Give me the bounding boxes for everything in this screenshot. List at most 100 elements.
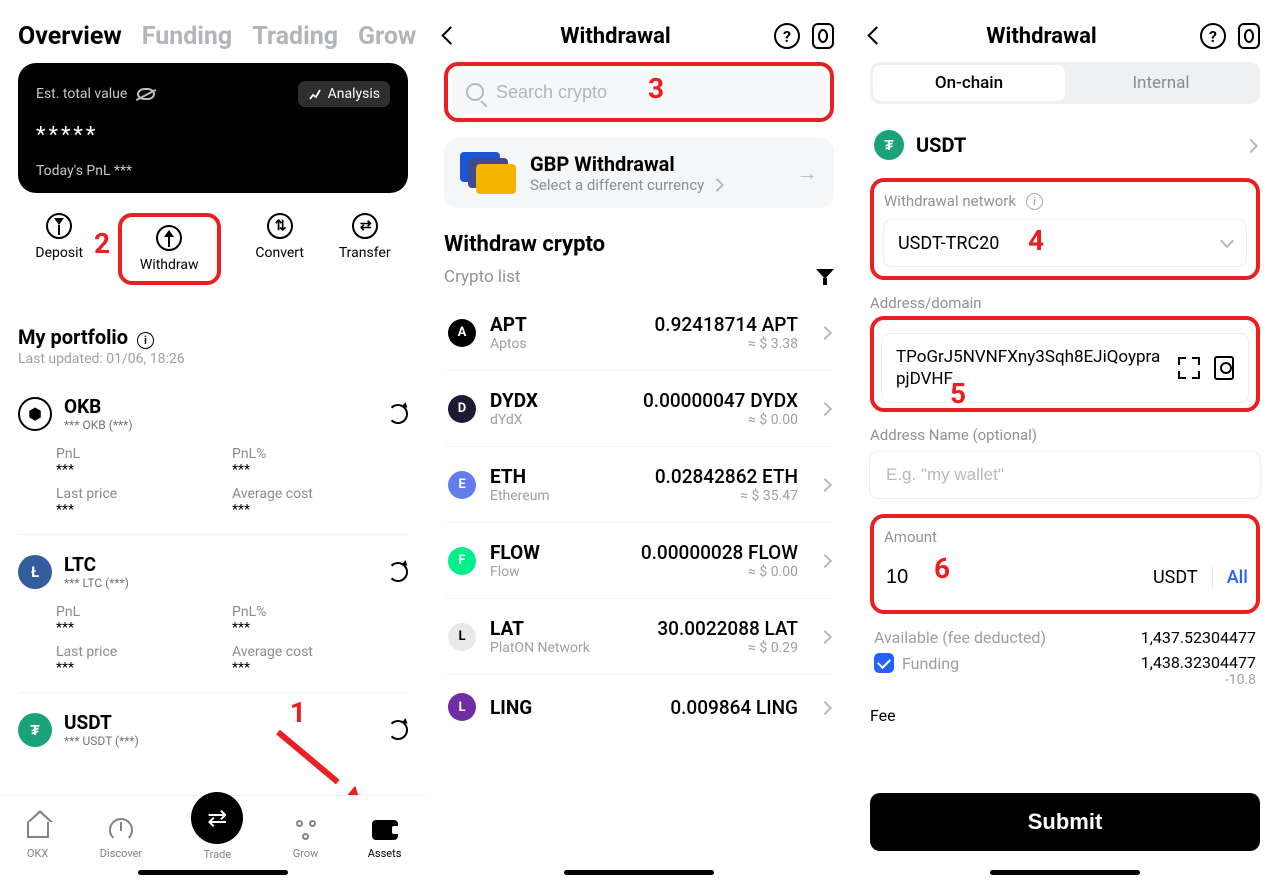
address-name-label: Address Name (optional) xyxy=(870,426,1260,444)
total-value-card: Est. total value Analysis ***** Today's … xyxy=(18,63,408,193)
tab-assets[interactable]: Assets xyxy=(368,817,402,860)
annotation-amount-highlight: Amount USDT All 6 xyxy=(870,514,1260,614)
chevron-right-icon xyxy=(820,475,830,494)
tab-trade-label: Trade xyxy=(203,848,231,861)
tab-discover[interactable]: Discover xyxy=(100,817,142,860)
coin-name: PlatON Network xyxy=(490,640,590,656)
amount-label: Amount xyxy=(884,528,1246,546)
coin-icon: D xyxy=(448,395,476,423)
asset-symbol: USDT xyxy=(916,133,966,157)
back-button[interactable] xyxy=(870,27,883,46)
home-indicator xyxy=(990,870,1140,875)
coin-item[interactable]: A APT Aptos 0.92418714 APT ≈ $ 3.38 xyxy=(444,295,834,371)
available-label: Available (fee deducted) xyxy=(874,628,1046,647)
tab-grow-label: Grow xyxy=(293,847,319,860)
coin-symbol: APT xyxy=(490,313,527,336)
asset-symbol: OKB xyxy=(64,395,133,418)
tab-trading[interactable]: Trading xyxy=(252,22,338,51)
total-value: ***** xyxy=(36,123,390,148)
info-icon[interactable]: i xyxy=(137,332,154,349)
funding-checkbox[interactable] xyxy=(874,653,894,673)
submit-button[interactable]: Submit xyxy=(870,793,1260,851)
withdrawal-type-segment: On-chain Internal xyxy=(870,62,1260,104)
segment-onchain[interactable]: On-chain xyxy=(873,65,1065,101)
est-total-value-label: Est. total value xyxy=(36,86,127,102)
history-icon[interactable] xyxy=(1238,23,1260,49)
coin-icon: L xyxy=(448,693,476,721)
withdrawal-list-panel: Withdrawal ? 3 GBP Withdrawal Select a d… xyxy=(426,0,852,881)
deposit-label: Deposit xyxy=(35,245,83,261)
tab-overview[interactable]: Overview xyxy=(18,22,122,51)
chevron-down-icon xyxy=(1222,234,1232,253)
analysis-button[interactable]: Analysis xyxy=(298,81,390,107)
tab-trade[interactable]: ⇄ Trade xyxy=(191,816,243,861)
asset-row[interactable]: Ł LTC *** LTC (***) PnL*** PnL%*** Last … xyxy=(18,534,408,676)
tab-grow[interactable]: Grow xyxy=(293,817,319,860)
transfer-button[interactable]: ⇄ Transfer xyxy=(339,213,391,285)
scan-icon[interactable] xyxy=(1178,357,1200,379)
crypto-list-label: Crypto list xyxy=(444,267,520,287)
coin-usd: ≈ $ 0.00 xyxy=(641,564,798,580)
amount-input[interactable] xyxy=(884,565,1153,590)
tab-grow[interactable]: Grow xyxy=(358,22,416,51)
tab-discover-label: Discover xyxy=(100,847,142,860)
segment-internal[interactable]: Internal xyxy=(1065,65,1257,101)
home-indicator xyxy=(138,870,288,875)
network-select[interactable]: USDT-TRC20 xyxy=(884,220,1246,266)
coin-amount: 30.0022088 LAT xyxy=(657,617,798,640)
refresh-icon[interactable] xyxy=(388,562,408,582)
asset-subline: *** LTC (***) xyxy=(64,576,129,590)
funding-delta: -10.8 xyxy=(1141,672,1256,688)
network-value: USDT-TRC20 xyxy=(898,233,999,254)
cards-icon xyxy=(460,152,514,194)
today-pnl-value: *** xyxy=(114,163,132,179)
coin-item[interactable]: D DYDX dYdX 0.00000047 DYDX ≈ $ 0.00 xyxy=(444,371,834,447)
address-book-icon[interactable] xyxy=(1214,356,1234,380)
help-icon[interactable]: ? xyxy=(774,23,800,49)
eye-off-icon[interactable] xyxy=(137,88,155,100)
tab-funding[interactable]: Funding xyxy=(142,22,232,51)
back-button[interactable] xyxy=(444,27,457,46)
address-value[interactable]: TPoGrJ5NVNFXny3Sqh8EJiQoyprapjDVHF xyxy=(896,346,1164,390)
coin-name: Ethereum xyxy=(490,488,550,504)
refresh-icon[interactable] xyxy=(388,404,408,424)
chevron-right-icon xyxy=(820,399,830,418)
address-label: Address/domain xyxy=(870,294,1260,312)
refresh-icon[interactable] xyxy=(388,720,408,740)
coin-item[interactable]: F FLOW Flow 0.00000028 FLOW ≈ $ 0.00 xyxy=(444,523,834,599)
search-input[interactable] xyxy=(494,81,812,104)
coin-usd: ≈ $ 0.00 xyxy=(643,412,798,428)
page-title: Withdrawal xyxy=(986,24,1096,49)
chevron-right-icon xyxy=(820,627,830,646)
page-title: Withdrawal xyxy=(560,24,670,49)
asset-row[interactable]: ⬢ OKB *** OKB (***) PnL*** PnL%*** Last … xyxy=(18,377,408,518)
deposit-button[interactable]: Deposit xyxy=(35,213,83,285)
coin-symbol: ETH xyxy=(490,465,550,488)
convert-button[interactable]: ⇅ Convert xyxy=(255,213,304,285)
gbp-withdrawal-card[interactable]: GBP Withdrawal Select a different curren… xyxy=(444,138,834,208)
coin-icon: F xyxy=(448,547,476,575)
coin-item[interactable]: L LING 0.009864 LING xyxy=(444,675,834,739)
help-icon[interactable]: ? xyxy=(1200,23,1226,49)
asset-row[interactable]: ₮ USDT *** USDT (***) xyxy=(18,692,408,748)
search-crypto[interactable] xyxy=(452,70,826,114)
asset-selector[interactable]: ₮ USDT xyxy=(870,122,1260,168)
coin-symbol: LING xyxy=(490,696,532,719)
coin-usd: ≈ $ 0.29 xyxy=(657,640,798,656)
coin-name: Flow xyxy=(490,564,540,580)
amount-all-button[interactable]: All xyxy=(1227,567,1248,588)
tab-okx[interactable]: OKX xyxy=(25,817,51,860)
coin-amount: 0.02842862 ETH xyxy=(655,465,798,488)
withdraw-button[interactable]: Withdraw xyxy=(140,225,199,273)
coin-amount: 0.00000047 DYDX xyxy=(643,389,798,412)
coin-item[interactable]: E ETH Ethereum 0.02842862 ETH ≈ $ 35.47 xyxy=(444,447,834,523)
coin-icon: L xyxy=(448,623,476,651)
history-icon[interactable] xyxy=(812,23,834,49)
coin-icon: E xyxy=(448,471,476,499)
info-icon[interactable]: i xyxy=(1026,193,1043,210)
funding-label: Funding xyxy=(902,654,959,673)
address-name-input[interactable] xyxy=(884,464,1246,486)
filter-icon[interactable] xyxy=(816,269,834,285)
transfer-label: Transfer xyxy=(339,245,391,261)
coin-item[interactable]: L LAT PlatON Network 30.0022088 LAT ≈ $ … xyxy=(444,599,834,675)
